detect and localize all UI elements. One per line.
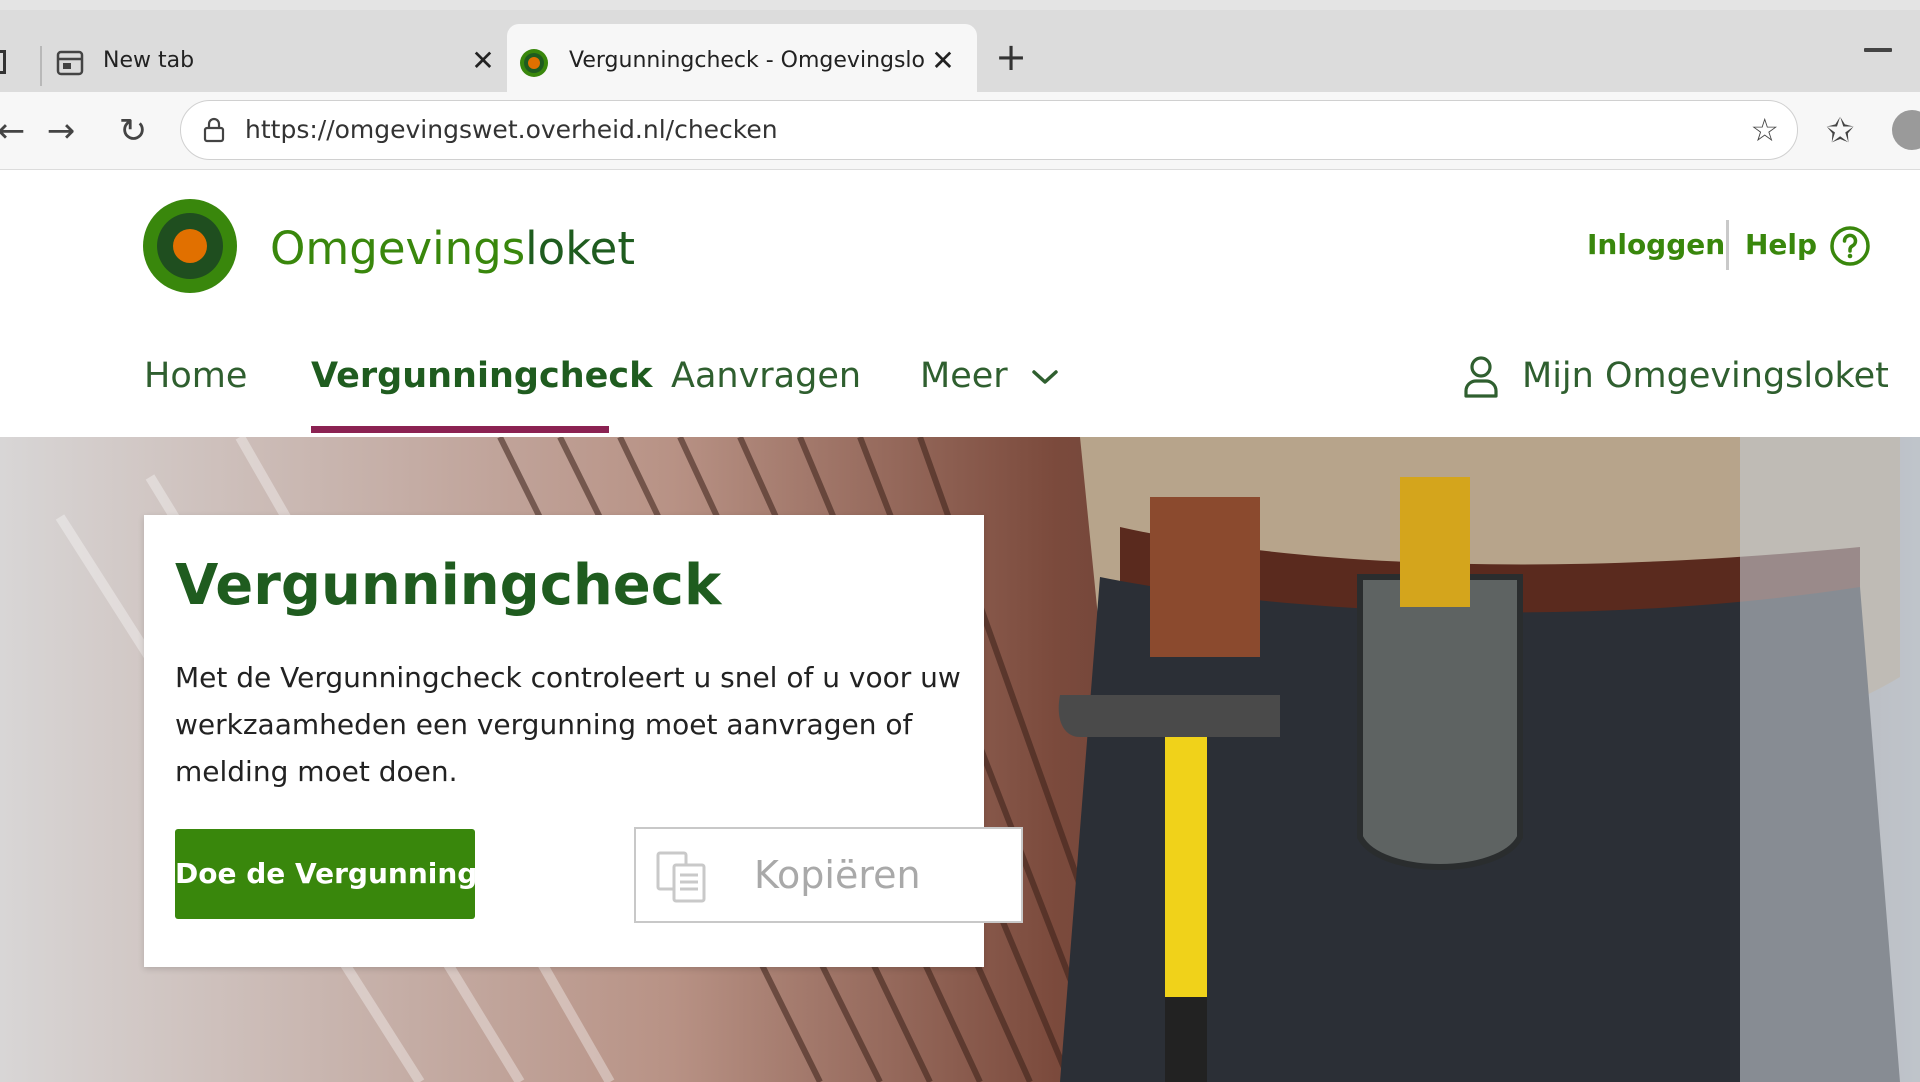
active-nav-indicator [311, 426, 609, 433]
window-edge-icon [0, 50, 6, 74]
lock-icon [203, 117, 225, 143]
reload-icon[interactable]: ↻ [112, 110, 154, 152]
url-field[interactable]: https://omgevingswet.overheid.nl/checken… [180, 100, 1798, 160]
profile-icon[interactable] [1892, 110, 1920, 150]
header-divider [1726, 220, 1729, 270]
omgevingsloket-logo[interactable] [143, 199, 237, 293]
help-question-icon[interactable] [1829, 225, 1871, 267]
tab-title: Vergunningcheck - Omgevingsloket [569, 48, 924, 73]
help-link[interactable]: Help [1745, 228, 1817, 261]
minimize-window-button[interactable] [1864, 48, 1892, 52]
browser-tab-bar: New tab ✕ Vergunningcheck - Omgevingslok… [0, 0, 1920, 102]
favorites-icon[interactable]: ✩ [1826, 110, 1855, 152]
nav-aanvragen[interactable]: Aanvragen [671, 356, 861, 396]
bookmark-star-icon[interactable]: ☆ [1750, 111, 1779, 149]
new-tab-button[interactable]: + [993, 38, 1029, 76]
omgevingsloket-favicon [520, 49, 548, 77]
copy-button[interactable]: Kopiëren [634, 827, 1023, 923]
tab-close-icon[interactable]: ✕ [925, 43, 961, 79]
brand-part-1: Omgevings [270, 222, 526, 275]
card-description: Met de Vergunningcheck controleert u sne… [175, 661, 961, 788]
nav-vergunningcheck[interactable]: Vergunningcheck [311, 356, 652, 396]
chevron-down-icon[interactable] [1030, 366, 1060, 388]
brand-part-2: loket [525, 222, 635, 275]
address-bar: ← → ↻ https://omgevingswet.overheid.nl/c… [0, 92, 1920, 170]
copy-document-icon [656, 851, 706, 903]
user-icon[interactable] [1462, 355, 1500, 399]
tab-vergunningcheck[interactable]: Vergunningcheck - Omgevingsloket ✕ [507, 24, 977, 102]
tab-new-tab[interactable]: New tab ✕ [20, 24, 495, 102]
forward-arrow-icon[interactable]: → [40, 110, 82, 152]
url-text: https://omgevingswet.overheid.nl/checken [245, 115, 778, 144]
copy-label: Kopiëren [754, 853, 921, 897]
newtab-page-icon [56, 50, 84, 76]
site-brand-name[interactable]: Omgevingsloket [270, 222, 635, 275]
back-arrow-icon[interactable]: ← [0, 110, 32, 152]
nav-home[interactable]: Home [144, 356, 247, 396]
nav-meer[interactable]: Meer [920, 356, 1008, 396]
tab-separator [40, 46, 42, 86]
tab-close-icon[interactable]: ✕ [465, 43, 501, 79]
login-link[interactable]: Inloggen [1587, 228, 1725, 261]
nav-mijn-omgevingsloket[interactable]: Mijn Omgevingsloket [1522, 356, 1889, 396]
tab-title: New tab [103, 48, 195, 73]
start-vergunningcheck-button[interactable]: Doe de Vergunningcheck [175, 829, 568, 919]
card-title: Vergunningcheck [175, 553, 722, 618]
